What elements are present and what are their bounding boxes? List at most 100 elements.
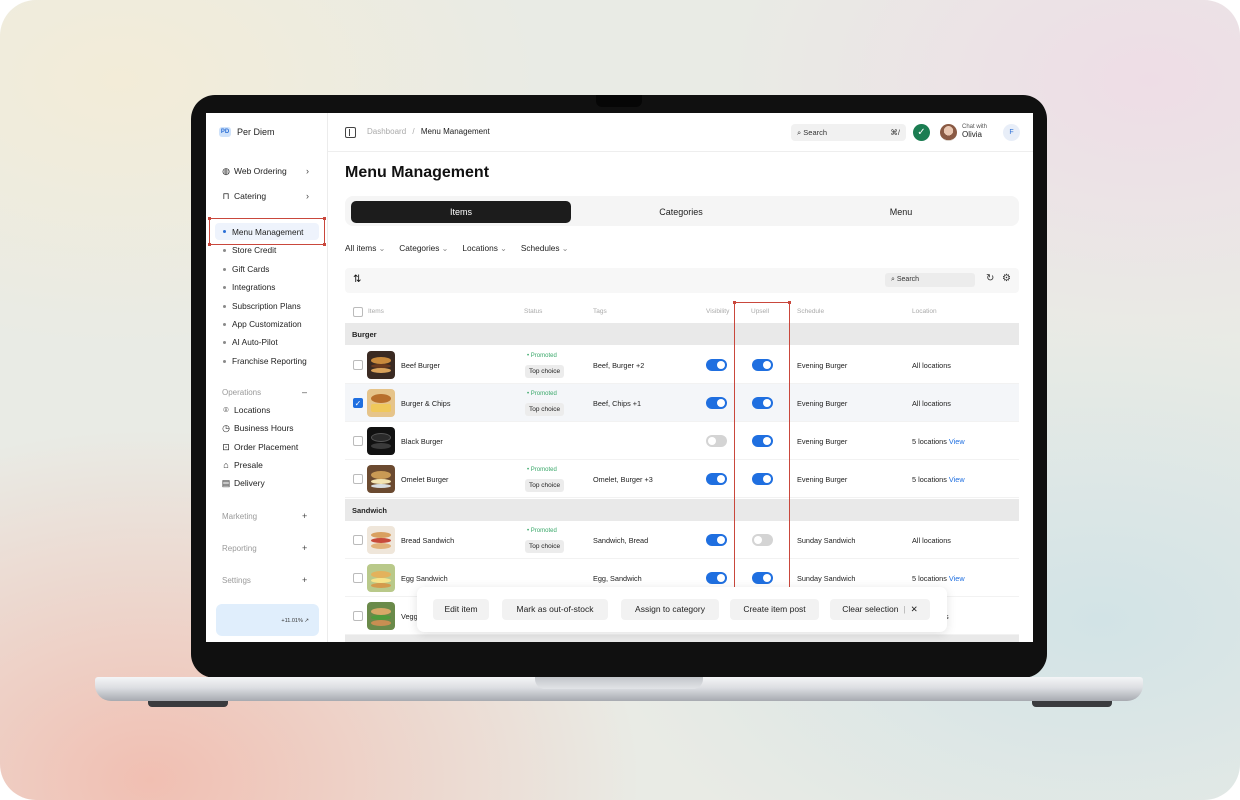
expand-icon[interactable]: + (302, 511, 307, 521)
sidebar-item-locations[interactable]: ⌾ Locations (221, 405, 270, 415)
column-status[interactable]: Status (524, 308, 542, 315)
clear-selection-button[interactable]: Clear selection | ✕ (830, 599, 930, 620)
column-tags[interactable]: Tags (593, 308, 607, 315)
table-row[interactable]: Omelet Burger • Promoted Top choice Omel… (345, 460, 1019, 498)
gear-icon[interactable]: ⚙ (1002, 273, 1011, 284)
top-choice-badge: Top choice (525, 403, 565, 416)
tab-items[interactable]: Items (351, 201, 571, 223)
sidebar-item-subscription-plans[interactable]: Subscription Plans (223, 301, 301, 311)
column-schedule[interactable]: Schedule (797, 308, 824, 315)
breadcrumb: Dashboard / Menu Management (367, 127, 490, 136)
item-location: All locations (912, 361, 951, 370)
row-checkbox[interactable] (353, 360, 363, 370)
visibility-toggle[interactable] (706, 397, 727, 409)
assign-to-category-button[interactable]: Assign to category (621, 599, 719, 620)
column-location[interactable]: Location (912, 308, 937, 315)
brand-name: Per Diem (237, 127, 275, 137)
sidebar-item-label: Delivery (234, 478, 265, 488)
sidebar-item-app-customization[interactable]: App Customization (223, 319, 302, 329)
bun-top (371, 471, 391, 479)
avatar[interactable] (940, 124, 957, 141)
sidebar-item-order-placement[interactable]: ⊡ Order Placement (221, 442, 298, 452)
brand-logo[interactable]: PD Per Diem (219, 127, 275, 137)
tab-menu[interactable]: Menu (791, 201, 1011, 223)
row-checkbox[interactable]: ✓ (353, 398, 363, 408)
sidebar-item-web-ordering[interactable]: ◍ Web Ordering › (221, 166, 309, 176)
bullet-icon (223, 267, 226, 271)
section-reporting[interactable]: Reporting + (222, 543, 307, 553)
filter-locations[interactable]: Locations (462, 243, 506, 253)
table-search-input[interactable]: ⌕ Search (885, 273, 975, 287)
sidebar-item-catering[interactable]: ⊓ Catering › (221, 191, 309, 201)
item-name: Burger & Chips (401, 399, 451, 408)
promo-card[interactable]: +11.01% ↗ (216, 604, 319, 636)
promo-stat: +11.01% ↗ (281, 618, 309, 624)
sidebar-item-delivery[interactable]: ▤ Delivery (221, 478, 265, 488)
row-checkbox[interactable] (353, 436, 363, 446)
promoted-label: Promoted (530, 467, 557, 473)
sidebar-item-presale[interactable]: ⌂ Presale (221, 460, 263, 470)
collapse-icon[interactable]: – (302, 387, 307, 397)
sidebar-item-franchise-reporting[interactable]: Franchise Reporting (223, 356, 307, 366)
column-visibility[interactable]: Visibility (706, 308, 729, 315)
refresh-icon[interactable]: ↻ (986, 273, 994, 284)
table-row[interactable]: ✓ Burger & Chips • Promoted Top choice B… (345, 384, 1019, 422)
group-header-burger: Burger (345, 323, 1019, 345)
sidebar-item-integrations[interactable]: Integrations (223, 282, 275, 292)
view-locations-link[interactable]: View (949, 574, 965, 583)
row-checkbox[interactable] (353, 573, 363, 583)
sidebar-item-ai-auto-pilot[interactable]: AI Auto-Pilot (223, 337, 278, 347)
edit-item-button[interactable]: Edit item (433, 599, 489, 620)
bread-bottom (371, 620, 391, 626)
item-location: All locations (912, 399, 951, 408)
camera-notch (596, 95, 642, 107)
section-settings[interactable]: Settings + (222, 575, 307, 585)
tab-categories[interactable]: Categories (571, 201, 791, 223)
highlight-corner (323, 243, 326, 246)
view-locations-link[interactable]: View (949, 475, 965, 484)
chat-with-olivia[interactable]: Chat with Olivia (962, 124, 987, 139)
section-marketing[interactable]: Marketing + (222, 511, 307, 521)
section-operations[interactable]: Operations – (222, 387, 307, 397)
sidebar-item-label: Integrations (232, 282, 276, 292)
sidebar-toggle-icon[interactable] (345, 127, 356, 138)
user-initial-badge[interactable]: F (1003, 124, 1020, 141)
visibility-toggle[interactable] (706, 435, 727, 447)
mark-out-of-stock-button[interactable]: Mark as out-of-stock (502, 599, 608, 620)
visibility-toggle[interactable] (706, 473, 727, 485)
create-item-post-button[interactable]: Create item post (730, 599, 819, 620)
visibility-toggle[interactable] (706, 534, 727, 546)
chevron-right-icon: › (306, 166, 309, 176)
clock-icon: ◷ (222, 423, 230, 433)
filter-categories[interactable]: Categories (399, 243, 448, 253)
visibility-toggle[interactable] (706, 359, 727, 371)
expand-icon[interactable]: + (302, 543, 307, 553)
promoted-badge: • Promoted (527, 467, 557, 473)
global-search-input[interactable]: ⌕ Search ⌘/ (791, 124, 906, 141)
select-all-checkbox[interactable] (353, 307, 363, 317)
sidebar-item-store-credit[interactable]: Store Credit (223, 245, 276, 255)
row-checkbox[interactable] (353, 535, 363, 545)
column-items[interactable]: Items (368, 308, 384, 315)
sidebar-item-gift-cards[interactable]: Gift Cards (223, 264, 269, 274)
sort-icon[interactable]: ⇅ (353, 274, 361, 285)
item-name: Beef Burger (401, 361, 440, 370)
plate (371, 484, 391, 488)
filter-all-items[interactable]: All items (345, 243, 385, 253)
breadcrumb-dashboard[interactable]: Dashboard (367, 127, 406, 136)
row-checkbox[interactable] (353, 474, 363, 484)
view-locations-link[interactable]: View (949, 437, 965, 446)
expand-icon[interactable]: + (302, 575, 307, 585)
check-status-icon[interactable]: ✓ (913, 124, 930, 141)
table-row[interactable]: Beef Burger • Promoted Top choice Beef, … (345, 346, 1019, 384)
tab-bar: Items Categories Menu (345, 196, 1019, 226)
promoted-label: Promoted (530, 528, 557, 534)
table-row[interactable]: Black Burger Evening Burger 5 locations … (345, 422, 1019, 460)
highlight-box-upsell-column (733, 301, 791, 593)
sidebar-item-business-hours[interactable]: ◷ Business Hours (221, 423, 293, 433)
table-row[interactable]: Bread Sandwich • Promoted Top choice San… (345, 521, 1019, 559)
page-title: Menu Management (345, 164, 490, 181)
filter-schedules[interactable]: Schedules (521, 243, 569, 253)
row-checkbox[interactable] (353, 611, 363, 621)
visibility-toggle[interactable] (706, 572, 727, 584)
